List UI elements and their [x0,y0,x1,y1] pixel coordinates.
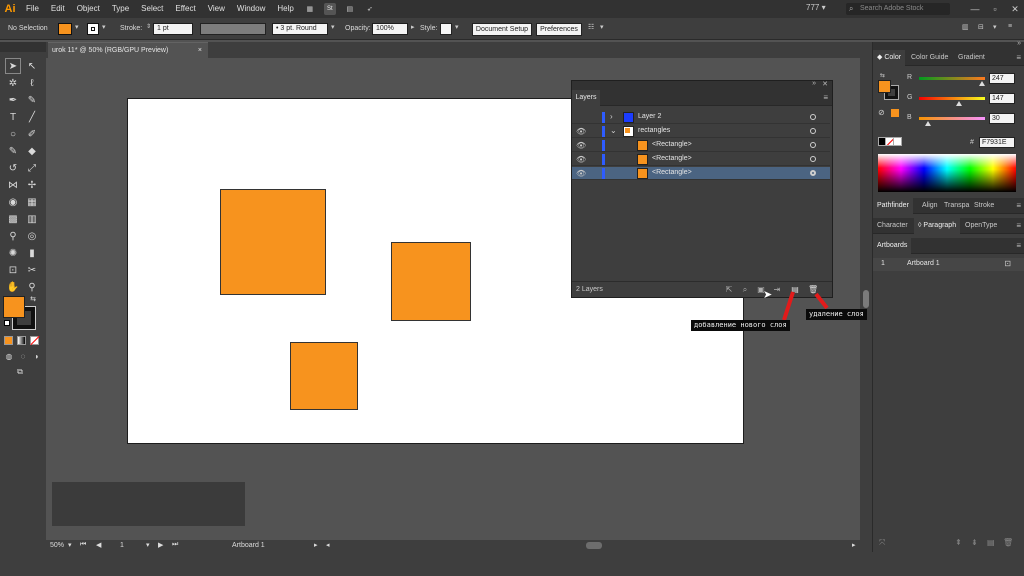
g-slider-track[interactable] [919,97,985,100]
tab-paragraph-label: Paragraph [923,222,957,229]
r-slider-knob[interactable] [979,81,985,86]
color-spectrum-highlight [878,154,1016,168]
tab-artboards[interactable]: Artboards [873,238,912,254]
dock-header: » [873,40,1024,50]
b-value-field[interactable]: 30 [989,113,1015,124]
character-menu-icon[interactable]: ≡ [1016,221,1021,230]
rearrange-artboards-icon[interactable]: ⤧ [879,538,885,548]
tab-opentype[interactable]: OpenType [961,218,1001,234]
new-artboard-icon[interactable]: ▤ [987,538,995,547]
g-slider-knob[interactable] [956,101,962,106]
pathfinder-tab-row: Pathfinder Align Transpa Stroke ≡ [873,198,1024,214]
callout-new-layer: добавление нового слоя [691,320,790,331]
annotation-arrows [782,291,829,321]
hex-value-field[interactable]: F7931E [979,137,1015,148]
gamut-color-swatch[interactable] [891,109,899,117]
out-of-gamut-icon: ⊘ [878,108,885,117]
swap-fill-stroke-icon[interactable]: ⇆ [880,72,885,79]
artboards-tab-row: Artboards ≡ [873,238,1024,254]
artboard-list-number: 1 [881,260,885,267]
artboard-options-icon[interactable]: ⊡ [1004,259,1011,268]
panel-fill-swatch[interactable] [878,80,891,93]
tab-character[interactable]: Character [873,218,912,234]
tab-transparency[interactable]: Transpa [940,198,973,214]
tab-color[interactable]: ◆ Color [873,50,906,66]
artboard-list-row[interactable]: 1 Artboard 1 ⊡ [873,258,1024,271]
b-slider-knob[interactable] [925,121,931,126]
r-slider-track[interactable] [919,77,985,80]
arrow-delete-layer [814,292,829,310]
delete-artboard-icon[interactable]: 🗑 [1003,538,1013,547]
none-swatch[interactable] [885,137,894,146]
tab-color-label: Color [884,54,902,61]
tab-pathfinder[interactable]: Pathfinder [873,198,913,214]
b-channel-label: B [907,114,912,121]
callout-delete-layer: удаление слоя [806,309,867,320]
tab-color-guide[interactable]: Color Guide [907,50,952,66]
move-up-icon[interactable]: ⇞ [955,538,962,547]
b-slider-track[interactable] [919,117,985,120]
g-value-field[interactable]: 147 [989,93,1015,104]
artboard-list-name[interactable]: Artboard 1 [907,260,940,267]
tab-paragraph[interactable]: ◊ Paragraph [914,218,961,234]
pathfinder-menu-icon[interactable]: ≡ [1016,201,1021,210]
character-tab-row: Character ◊ Paragraph OpenType ≡ [873,218,1024,234]
artboards-menu-icon[interactable]: ≡ [1016,241,1021,250]
right-panel-dock: » ◆ Color Color Guide Gradient ≡ ⇆ ⊘ R 2… [872,40,1024,552]
color-menu-icon[interactable]: ≡ [1016,53,1021,62]
tab-align[interactable]: Align [918,198,942,214]
g-channel-label: G [907,94,913,101]
tab-gradient[interactable]: Gradient [954,50,989,66]
hex-prefix: # [970,139,974,146]
r-value-field[interactable]: 247 [989,73,1015,84]
collapse-dock-icon[interactable]: » [1017,40,1021,47]
move-down-icon[interactable]: ⇟ [971,538,978,547]
arrow-new-layer [782,291,795,321]
tab-stroke[interactable]: Stroke [970,198,998,214]
white-swatch[interactable] [893,137,902,146]
r-channel-label: R [907,74,913,81]
color-tab-row: ◆ Color Color Guide Gradient ≡ [873,50,1024,66]
